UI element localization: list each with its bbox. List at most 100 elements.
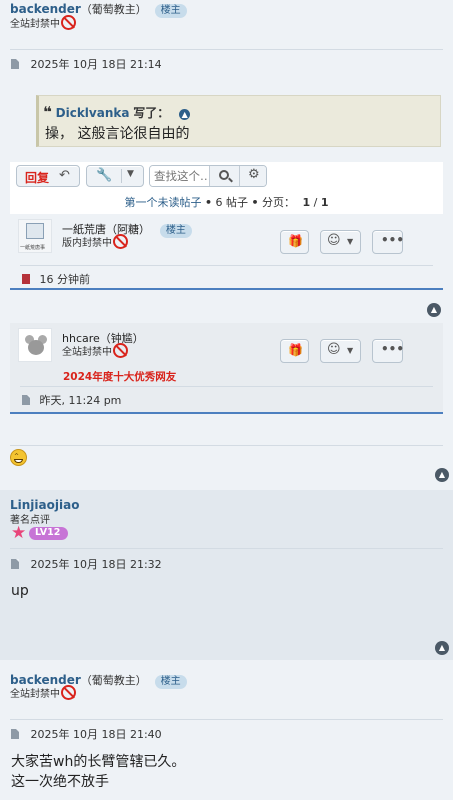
avatar-mark [26,223,44,239]
advanced-search-button[interactable]: ⚙ [239,166,266,186]
user-nickname: （葡萄教主） [80,3,147,16]
post-icon [11,59,19,69]
ellipsis-icon: ••• [381,342,405,356]
post-date: 2025年 10月 18日 21:14 [11,56,162,72]
divider [20,265,433,266]
gear-icon: ⚙ [248,167,260,182]
search-icon-handle [228,177,233,183]
post-icon [22,395,30,405]
gift-button[interactable]: 🎁 [280,230,309,254]
status-text: 全站封禁中 [10,19,60,30]
quote-block: ❝ Dicklvanka 写了： ▲ 操， 这般言论很自由的 [36,95,441,147]
smiley-icon: ☺ [327,342,341,357]
more-options-button[interactable]: ••• [372,339,405,363]
smiley-icon: ☺ [327,233,341,248]
post-date: 2025年 10月 18日 21:32 [11,556,162,572]
post-body-line: 大家苦wh的长臂管辖已久。 [11,754,186,770]
ban-icon [61,15,76,30]
op-badge: 楼主 [154,675,187,689]
separator-dot: • [204,196,212,209]
quote-icon: ❝ [43,103,52,121]
status-text: 全站封禁中 [10,689,60,700]
quote-wrote: 写了： [133,106,170,120]
page-total: 1 [320,196,329,209]
gift-button[interactable]: 🎁 [280,339,309,363]
preview-post-1: 一紙荒唐事 一紙荒唐（阿糖） 楼主 版内封禁中 🎁 ☺ ▼ ••• 16 分钟前 [10,214,443,290]
divider [10,719,443,720]
page-current: 1 [302,196,311,209]
status-text: 版内封禁中 [62,238,112,249]
mouse-face-icon [28,340,44,355]
avatar[interactable] [18,328,52,362]
op-badge: 楼主 [159,224,192,238]
jump-to-post-icon[interactable]: ▲ [179,109,191,120]
quote-header: ❝ Dicklvanka 写了： ▲ [43,103,191,121]
search-box: ⚙ [149,165,267,187]
user-status: 全站封禁中 [62,343,128,358]
post-date-text: 2025年 10月 18日 21:32 [30,558,162,571]
back-to-top-icon[interactable]: ▲ [435,641,449,655]
user-nickname: （葡萄教主） [80,674,147,687]
post-date-text: 2025年 10月 18日 21:40 [30,728,162,741]
grin-emoji-icon: ^ ^ [10,449,27,467]
post-2: Linjiaojiao 著名点评 ★ LV12 2025年 10月 18日 21… [0,490,453,660]
username-link[interactable]: backender [10,2,81,16]
divider-line [121,169,122,183]
chevron-down-icon: ▼ [347,346,354,355]
post-time: 16 分钟前 [22,271,90,287]
post-count: 6 帖子 [215,196,248,209]
back-to-top-icon[interactable]: ▲ [427,303,441,317]
post-date-text: 2025年 10月 18日 21:14 [30,58,162,71]
preview-post-2: hhcare（钟尴） 全站封禁中 🎁 ☺ ▼ ••• 2024年度十大优秀网友 昨… [10,323,443,414]
divider [10,445,443,446]
post-time-text: 16 分钟前 [39,273,91,286]
separator-dot: • [251,196,259,209]
post-body-line: 这一次绝不放手 [11,774,109,790]
ban-icon [113,234,128,249]
gift-icon: 🎁 [288,343,303,357]
quote-text: 操， 这般言论很自由的 [45,126,190,142]
reply-arrow-icon: ↶ [59,168,70,183]
avatar-text: 一紙荒唐事 [20,245,46,251]
level-badge: ★ LV12 [11,523,69,543]
reply-label: 回复 [25,171,50,185]
reply-button[interactable]: 回复 ↶ [16,165,80,187]
post-1: backender（葡萄教主） 楼主 全站封禁中 2025年 10月 18日 2… [0,0,453,152]
post-time: 昨天, 11:24 pm [22,392,121,408]
post-body: up [11,583,29,599]
reaction-dropdown[interactable]: ☺ ▼ [320,230,361,254]
tools-dropdown[interactable]: 🔧 ▼ [86,165,144,187]
more-options-button[interactable]: ••• [372,230,405,254]
post-icon [11,729,19,739]
reaction-dropdown[interactable]: ☺ ▼ [320,339,361,363]
wrench-icon: 🔧 [96,168,113,183]
divider [20,386,433,387]
post-icon [11,559,19,569]
post-date: 2025年 10月 18日 21:40 [11,726,162,742]
ellipsis-icon: ••• [381,233,405,247]
pagination: 第一个未读帖子 • 6 帖子 • 分页： 1 / 1 [124,196,329,209]
post-3: backender（葡萄教主） 楼主 全站封禁中 2025年 10月 18日 2… [0,666,453,800]
post-time-text: 昨天, 11:24 pm [39,394,122,407]
search-button[interactable] [209,166,239,186]
op-badge: 楼主 [154,4,187,18]
gift-icon: 🎁 [288,234,303,248]
divider [10,548,443,549]
ban-icon [113,343,128,358]
search-input[interactable] [150,166,210,186]
ban-icon [61,685,76,700]
status-text: 全站封禁中 [62,347,112,358]
chevron-down-icon: ▼ [127,169,134,179]
topic-toolbar: 回复 ↶ 🔧 ▼ ⚙ 第一个未读帖子 • 6 帖子 • 分页： 1 / 1 [10,162,443,214]
avatar[interactable]: 一紙荒唐事 [18,219,52,253]
user-status: 全站封禁中 [10,15,76,30]
divider [10,49,443,50]
page-label: 分页： [262,196,296,209]
level-star-icon: ★ [11,523,27,543]
first-unread-link[interactable]: 第一个未读帖子 [124,196,201,209]
quote-author-link[interactable]: Dicklvanka [56,106,130,120]
username-link[interactable]: Linjiaojiao [10,498,79,512]
post-icon [22,274,30,284]
award-text: 2024年度十大优秀网友 [63,371,177,383]
back-to-top-icon[interactable]: ▲ [435,468,449,482]
